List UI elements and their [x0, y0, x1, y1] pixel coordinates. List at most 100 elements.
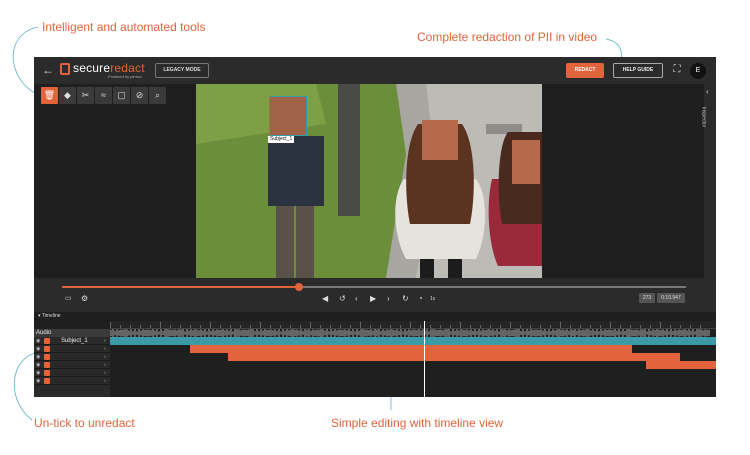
progress-bar[interactable] [62, 283, 686, 291]
redact-checkbox[interactable] [44, 362, 50, 368]
ruler-tick [130, 325, 131, 328]
play-icon[interactable]: ▶ [370, 294, 376, 304]
settings-icon[interactable]: ⚙ [81, 294, 88, 304]
ruler-tick [450, 325, 451, 328]
eye-icon[interactable]: ◉ [36, 361, 40, 369]
redact-checkbox[interactable] [44, 346, 50, 352]
redact-checkbox[interactable] [44, 354, 50, 360]
timeline-header[interactable]: ▾ Timeline [34, 312, 716, 321]
help-guide-button[interactable]: HELP GUIDE [613, 63, 663, 78]
back-arrow-icon[interactable]: ← [41, 63, 55, 77]
ruler-tick [500, 325, 501, 328]
ruler-tick [210, 322, 211, 328]
ruler-tick [320, 325, 321, 328]
ruler-tick [330, 325, 331, 328]
track-row[interactable]: ◉ Subject_1 › [34, 337, 110, 345]
forward-icon[interactable]: ↻ [402, 294, 409, 304]
redaction-box[interactable] [422, 120, 458, 160]
hide-icon[interactable]: ⊘ [131, 87, 148, 104]
ruler-tick [560, 322, 561, 328]
eye-icon[interactable]: ◉ [36, 345, 40, 353]
redact-checkbox[interactable] [44, 370, 50, 376]
scissors-icon[interactable]: ✂ [77, 87, 94, 104]
ruler-tick [630, 325, 631, 328]
ruler-tick [600, 325, 601, 328]
search-icon[interactable]: ⌕ [149, 87, 166, 104]
captions-icon[interactable]: ▭ [65, 294, 72, 304]
ruler-tick [510, 322, 511, 328]
ruler-tick [270, 325, 271, 328]
redact-button[interactable]: REDACT [566, 63, 604, 78]
fullscreen-icon[interactable]: ⛶ [671, 64, 683, 76]
eye-icon[interactable]: ◉ [36, 353, 40, 361]
redaction-box[interactable] [269, 96, 307, 136]
inspector-panel[interactable]: ‹ Inspector [700, 84, 716, 278]
track-segment[interactable] [110, 337, 716, 345]
rewind-icon[interactable]: ↺ [339, 294, 346, 304]
playback-controls: ▭ ⚙ ◀ ↺ ‹ ▶ › ↻ ◔ 1x 273 0:10.947 [34, 278, 716, 312]
frame-number: 273 [639, 293, 655, 303]
eye-icon[interactable]: ◉ [36, 369, 40, 377]
ruler-tick [430, 325, 431, 328]
ruler-tick [360, 322, 361, 328]
ruler-tick [460, 322, 461, 328]
playhead[interactable] [424, 321, 425, 397]
chevron-right-icon[interactable]: › [104, 345, 106, 353]
top-bar: ← secureredact Powered by pimloc LEGACY … [34, 57, 716, 84]
annotation-untick: Un-tick to unredact [34, 416, 135, 430]
timeline-title: ▾ Timeline [38, 313, 61, 319]
speed-icon[interactable]: ◔ [418, 294, 423, 304]
track-row[interactable]: ◉ › [34, 369, 110, 377]
ruler-tick [340, 325, 341, 328]
timeline-lanes[interactable] [110, 321, 716, 397]
chevron-right-icon[interactable]: › [104, 337, 106, 345]
timeline-ruler[interactable] [110, 321, 716, 329]
track-segment[interactable] [228, 353, 680, 361]
track-segment[interactable] [190, 345, 632, 353]
logo-secure: secure [73, 61, 111, 75]
avatar[interactable]: E [690, 63, 706, 79]
ruler-tick [200, 325, 201, 328]
ruler-tick [480, 325, 481, 328]
chevron-right-icon[interactable]: › [104, 361, 106, 369]
timeline-title-text: Timeline [41, 313, 61, 319]
ruler-tick [490, 325, 491, 328]
playback-speed[interactable]: 1x [430, 296, 435, 302]
eye-icon[interactable]: ◉ [36, 377, 40, 385]
progress-fill [62, 286, 300, 288]
track-segment[interactable] [646, 361, 716, 369]
logo-text: secureredact [73, 61, 145, 75]
redaction-box[interactable] [512, 140, 540, 184]
track-names: Audio ◉ Subject_1 › ◉ › ◉ › ◉ › ◉ › ◉ › [34, 329, 110, 397]
track-row[interactable]: ◉ › [34, 361, 110, 369]
video-frame[interactable]: Subject_1 [196, 84, 542, 278]
chevron-right-icon[interactable]: › [104, 377, 106, 385]
track-row[interactable]: ◉ › [34, 353, 110, 361]
annotation-timeline: Simple editing with timeline view [331, 416, 504, 430]
ruler-tick [390, 325, 391, 328]
track-row[interactable]: ◉ › [34, 345, 110, 353]
redact-checkbox[interactable] [44, 338, 50, 344]
chevron-left-icon[interactable]: ‹ [706, 87, 709, 96]
track-row[interactable]: ◉ › [34, 377, 110, 385]
volume-icon[interactable]: ◀ [322, 294, 328, 304]
legacy-mode-button[interactable]: LEGACY MODE [155, 63, 209, 78]
trend-icon[interactable]: ≈ [95, 87, 112, 104]
ruler-tick [640, 325, 641, 328]
progress-knob[interactable] [295, 283, 304, 291]
inspector-label: Inspector [700, 106, 707, 128]
eye-icon[interactable]: ◉ [36, 337, 40, 345]
redact-checkbox[interactable] [44, 378, 50, 384]
ruler-tick [410, 322, 411, 328]
chevron-right-icon[interactable]: › [104, 353, 106, 361]
chevron-right-icon[interactable]: › [104, 369, 106, 377]
tag-icon[interactable]: ◆ [59, 87, 76, 104]
next-frame-icon[interactable]: › [387, 294, 390, 304]
audio-waveform [110, 329, 710, 337]
ruler-tick [520, 325, 521, 328]
frame-icon[interactable]: ▢ [113, 87, 130, 104]
tool-palette: 🗑 ◆ ✂ ≈ ▢ ⊘ ⌕ [41, 87, 167, 106]
trash-icon[interactable]: 🗑 [41, 87, 58, 104]
ruler-tick [170, 325, 171, 328]
prev-frame-icon[interactable]: ‹ [355, 294, 358, 304]
